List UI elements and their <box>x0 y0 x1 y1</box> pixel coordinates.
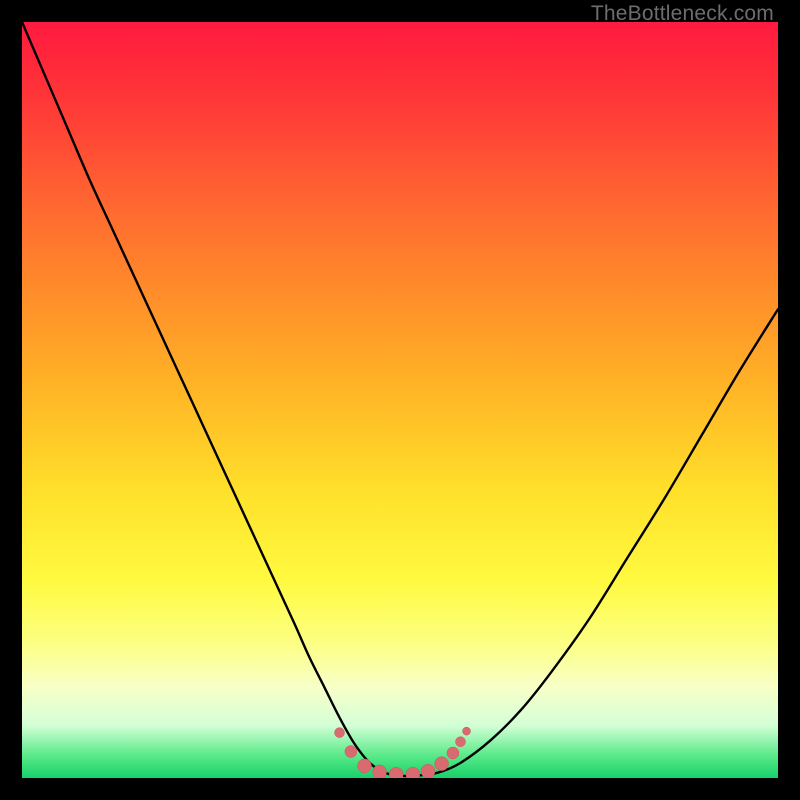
valley-marker <box>455 737 465 747</box>
valley-marker <box>435 757 449 771</box>
valley-marker <box>406 767 420 778</box>
valley-marker <box>357 759 371 773</box>
chart-frame: TheBottleneck.com <box>0 0 800 800</box>
bottleneck-curve <box>22 22 778 776</box>
valley-marker <box>345 746 357 758</box>
valley-marker <box>389 767 403 778</box>
valley-marker <box>421 764 435 778</box>
valley-marker <box>335 728 345 738</box>
valley-marker <box>373 765 387 778</box>
valley-marker <box>447 747 459 759</box>
valley-marker <box>463 727 471 735</box>
plot-area <box>22 22 778 778</box>
valley-markers <box>335 727 471 778</box>
chart-svg <box>22 22 778 778</box>
